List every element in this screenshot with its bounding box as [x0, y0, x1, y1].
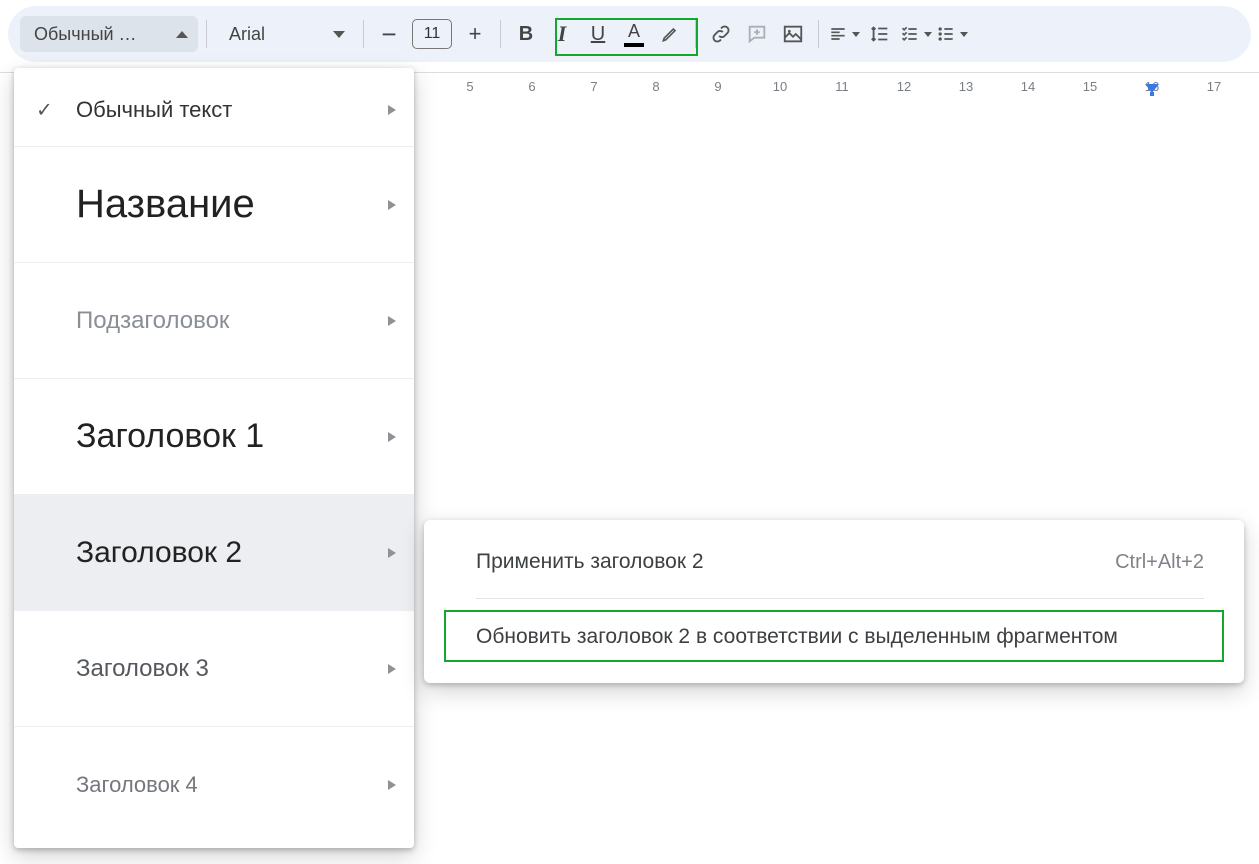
submenu-arrow-icon: [388, 432, 396, 442]
ruler-number: 7: [590, 79, 597, 94]
font-family-label: Arial: [229, 24, 265, 45]
comment-icon: [746, 23, 768, 45]
style-item-label: Название: [76, 182, 255, 227]
style-item-label: Обычный текст: [76, 97, 232, 123]
align-dropdown[interactable]: [827, 17, 861, 51]
style-item-normal[interactable]: ✓ Обычный текст: [14, 74, 414, 146]
ruler-number: 11: [835, 79, 849, 94]
separator: [476, 598, 1204, 599]
align-left-icon: [828, 24, 848, 44]
ruler-number: 8: [652, 79, 659, 94]
apply-heading-2[interactable]: Применить заголовок 2 Ctrl+Alt+2: [434, 538, 1234, 586]
increase-font-size-button[interactable]: +: [458, 17, 492, 51]
update-heading-2-label: Обновить заголовок 2 в соответствии с вы…: [476, 625, 1118, 649]
style-item-h2[interactable]: Заголовок 2: [14, 494, 414, 610]
add-comment-button[interactable]: [740, 17, 774, 51]
caret-up-icon: [176, 31, 188, 38]
ruler-number: 15: [1083, 79, 1097, 94]
font-size-input[interactable]: 11: [412, 19, 452, 49]
underline-button[interactable]: U: [581, 17, 615, 51]
bold-button[interactable]: B: [509, 17, 543, 51]
italic-button[interactable]: I: [545, 17, 579, 51]
line-spacing-icon: [869, 23, 891, 45]
ruler-number: 6: [528, 79, 535, 94]
link-icon: [710, 23, 732, 45]
separator: [363, 20, 364, 48]
style-item-label: Заголовок 4: [76, 772, 198, 798]
check-icon: ✓: [36, 98, 53, 123]
paragraph-style-menu: ✓ Обычный текст Название Подзаголовок Заголо…: [14, 68, 414, 848]
bulleted-list-dropdown[interactable]: [935, 17, 969, 51]
bulleted-list-icon: [936, 24, 956, 44]
italic-icon: I: [558, 21, 567, 47]
insert-image-button[interactable]: [776, 17, 810, 51]
paragraph-style-label: Обычный …: [34, 24, 137, 45]
separator: [695, 20, 696, 48]
style-item-h4[interactable]: Заголовок 4: [14, 726, 414, 842]
bold-icon: B: [519, 23, 533, 46]
indent-marker-icon: [1145, 84, 1159, 96]
underline-icon: U: [591, 23, 605, 46]
style-item-label: Подзаголовок: [76, 307, 229, 335]
ruler-number: 14: [1021, 79, 1035, 94]
text-color-button[interactable]: A: [617, 17, 651, 51]
highlight-color-button[interactable]: [653, 17, 687, 51]
ruler-number: 13: [959, 79, 973, 94]
checklist-dropdown[interactable]: [899, 17, 933, 51]
submenu-arrow-icon: [388, 664, 396, 674]
ruler-number: 17: [1207, 79, 1221, 94]
style-item-title[interactable]: Название: [14, 146, 414, 262]
style-item-subtitle[interactable]: Подзаголовок: [14, 262, 414, 378]
caret-down-icon: [960, 32, 968, 37]
style-item-label: Заголовок 1: [76, 417, 264, 456]
line-spacing-button[interactable]: [863, 17, 897, 51]
style-item-label: Заголовок 3: [76, 655, 209, 683]
image-icon: [782, 23, 804, 45]
update-heading-2-from-selection[interactable]: Обновить заголовок 2 в соответствии с вы…: [434, 613, 1234, 661]
style-item-h1[interactable]: Заголовок 1: [14, 378, 414, 494]
paragraph-style-dropdown[interactable]: Обычный …: [20, 16, 198, 52]
font-size-value: 11: [424, 25, 441, 43]
text-color-icon: A: [628, 21, 640, 42]
submenu-arrow-icon: [388, 200, 396, 210]
ruler-number: 12: [897, 79, 911, 94]
decrease-font-size-button[interactable]: −: [372, 17, 406, 51]
apply-heading-2-shortcut: Ctrl+Alt+2: [1115, 551, 1204, 574]
font-family-dropdown[interactable]: Arial: [215, 16, 355, 52]
separator: [206, 20, 207, 48]
ruler-number: 9: [714, 79, 721, 94]
ruler-number: 10: [773, 79, 787, 94]
submenu-arrow-icon: [388, 105, 396, 115]
caret-down-icon: [333, 31, 345, 38]
caret-down-icon: [924, 32, 932, 37]
style-item-label: Заголовок 2: [76, 536, 242, 570]
ruler-number: 5: [466, 79, 473, 94]
caret-down-icon: [852, 32, 860, 37]
style-item-h3[interactable]: Заголовок 3: [14, 610, 414, 726]
submenu-arrow-icon: [388, 548, 396, 558]
right-indent-marker[interactable]: [1145, 84, 1159, 96]
apply-heading-2-label: Применить заголовок 2: [476, 550, 704, 574]
submenu-arrow-icon: [388, 780, 396, 790]
insert-link-button[interactable]: [704, 17, 738, 51]
checklist-icon: [900, 24, 920, 44]
toolbar: Обычный … Arial − 11 + B I U A: [8, 6, 1251, 62]
submenu-arrow-icon: [388, 316, 396, 326]
separator: [818, 20, 819, 48]
separator: [500, 20, 501, 48]
style-submenu: Применить заголовок 2 Ctrl+Alt+2 Обновит…: [424, 520, 1244, 683]
highlighter-icon: [660, 24, 680, 44]
